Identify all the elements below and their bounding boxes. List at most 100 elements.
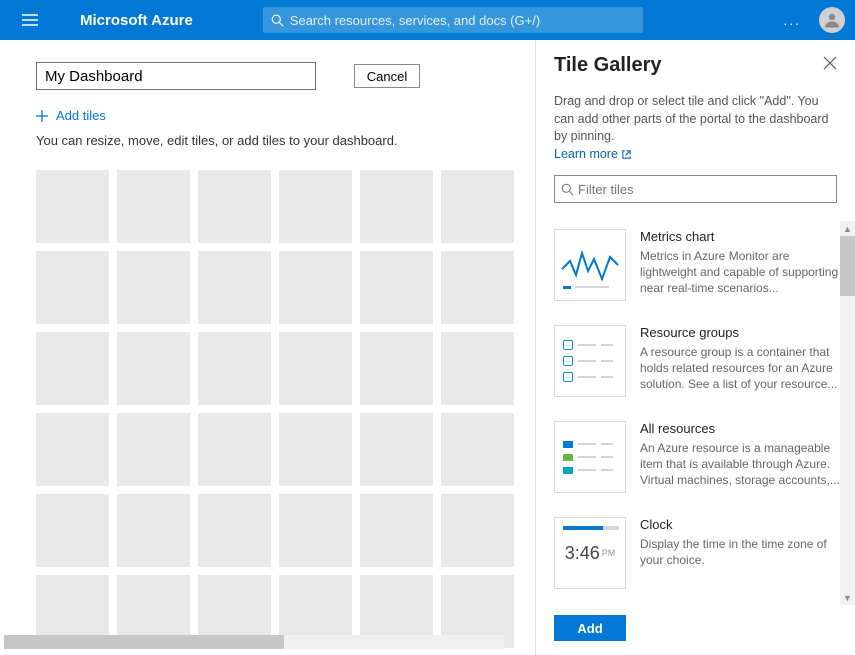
- grid-cell[interactable]: [36, 332, 109, 405]
- tile-item-metrics-chart[interactable]: Metrics chart Metrics in Azure Monitor a…: [554, 221, 851, 317]
- learn-more-link[interactable]: Learn more: [554, 146, 632, 164]
- grid-cell[interactable]: [441, 170, 514, 243]
- clock-icon: [603, 526, 619, 530]
- grid-cell[interactable]: [36, 494, 109, 567]
- scrollbar-track[interactable]: [840, 236, 855, 590]
- clock-icon: [563, 526, 603, 530]
- horizontal-scrollbar-thumb[interactable]: [4, 635, 284, 649]
- grid-cell[interactable]: [360, 170, 433, 243]
- tile-info: Clock Display the time in the time zone …: [640, 517, 851, 589]
- dashboard-name-input[interactable]: [36, 62, 316, 90]
- plus-icon: [36, 110, 48, 122]
- grid-cell[interactable]: [198, 494, 271, 567]
- tile-thumb-resource-groups: [554, 325, 626, 397]
- grid-cell[interactable]: [117, 413, 190, 486]
- menu-toggle[interactable]: [10, 14, 50, 26]
- scroll-up-icon[interactable]: ▲: [840, 221, 855, 236]
- grid-cell[interactable]: [360, 251, 433, 324]
- tile-info: Metrics chart Metrics in Azure Monitor a…: [640, 229, 851, 301]
- learn-more-label: Learn more: [554, 146, 618, 164]
- resource-groups-icon: [563, 340, 613, 350]
- grid-cell[interactable]: [279, 251, 352, 324]
- resource-groups-icon: [563, 356, 613, 366]
- grid-cell[interactable]: [36, 251, 109, 324]
- grid-cell[interactable]: [117, 251, 190, 324]
- grid-cell[interactable]: [360, 494, 433, 567]
- horizontal-scrollbar[interactable]: [4, 635, 504, 649]
- panel-header: Tile Gallery: [536, 40, 855, 83]
- tile-item-all-resources[interactable]: All resources An Azure resource is a man…: [554, 413, 851, 509]
- grid-cell[interactable]: [198, 251, 271, 324]
- grid-cell[interactable]: [279, 332, 352, 405]
- dashboard-editor: Cancel Add tiles You can resize, move, e…: [0, 40, 535, 655]
- search-icon: [271, 14, 284, 27]
- tile-title: Resource groups: [640, 325, 841, 340]
- filter-box[interactable]: [554, 175, 837, 203]
- grid-cell[interactable]: [198, 170, 271, 243]
- tile-info: All resources An Azure resource is a man…: [640, 421, 851, 493]
- tile-list: Metrics chart Metrics in Azure Monitor a…: [536, 221, 855, 605]
- tile-item-clock[interactable]: 3:46PM Clock Display the time in the tim…: [554, 509, 851, 605]
- grid-cell[interactable]: [117, 170, 190, 243]
- panel-description-text: Drag and drop or select tile and click "…: [554, 94, 829, 143]
- grid-cell[interactable]: [441, 494, 514, 567]
- tile-grid[interactable]: [36, 170, 516, 648]
- tile-gallery-panel: Tile Gallery Drag and drop or select til…: [535, 40, 855, 655]
- user-avatar[interactable]: [819, 7, 845, 33]
- grid-cell[interactable]: [360, 332, 433, 405]
- grid-cell[interactable]: [441, 251, 514, 324]
- panel-description: Drag and drop or select tile and click "…: [536, 83, 855, 163]
- tile-item-resource-groups[interactable]: Resource groups A resource group is a co…: [554, 317, 851, 413]
- more-menu[interactable]: ...: [783, 12, 801, 28]
- grid-cell[interactable]: [279, 170, 352, 243]
- grid-cell[interactable]: [36, 413, 109, 486]
- tile-thumb-clock: 3:46PM: [554, 517, 626, 589]
- add-button[interactable]: Add: [554, 615, 626, 641]
- grid-cell[interactable]: [36, 170, 109, 243]
- external-link-icon: [621, 149, 632, 160]
- panel-title: Tile Gallery: [554, 54, 661, 77]
- person-icon: [823, 11, 841, 29]
- global-search[interactable]: [263, 7, 643, 33]
- grid-cell[interactable]: [117, 494, 190, 567]
- tile-info: Resource groups A resource group is a co…: [640, 325, 851, 397]
- tile-thumb-all-resources: [554, 421, 626, 493]
- all-resources-icon: [563, 467, 613, 474]
- tile-desc: Metrics in Azure Monitor are lightweight…: [640, 248, 841, 297]
- tile-title: All resources: [640, 421, 841, 436]
- add-tiles-link[interactable]: Add tiles: [36, 108, 535, 123]
- tile-title: Clock: [640, 517, 841, 532]
- top-bar: Microsoft Azure ...: [0, 0, 855, 40]
- grid-cell[interactable]: [441, 332, 514, 405]
- brand-label: Microsoft Azure: [80, 12, 193, 29]
- grid-cell[interactable]: [198, 332, 271, 405]
- search-input[interactable]: [290, 13, 635, 28]
- filter-input[interactable]: [578, 182, 830, 197]
- grid-cell[interactable]: [117, 332, 190, 405]
- scrollbar-thumb[interactable]: [840, 236, 855, 296]
- close-icon: [823, 56, 837, 70]
- tile-thumb-metrics: [554, 229, 626, 301]
- resource-groups-icon: [563, 372, 613, 382]
- scroll-down-icon[interactable]: ▼: [840, 590, 855, 605]
- vertical-scrollbar[interactable]: ▲ ▼: [840, 221, 855, 605]
- filter-search-icon: [561, 183, 574, 196]
- tile-desc: A resource group is a container that hol…: [640, 344, 841, 393]
- dashboard-header: Cancel: [36, 62, 535, 90]
- grid-cell[interactable]: [360, 413, 433, 486]
- dashboard-hint: You can resize, move, edit tiles, or add…: [36, 133, 535, 148]
- topbar-right: ...: [783, 7, 845, 33]
- hamburger-icon: [22, 14, 38, 26]
- clock-ampm: PM: [602, 548, 616, 558]
- grid-cell[interactable]: [279, 413, 352, 486]
- main-area: Cancel Add tiles You can resize, move, e…: [0, 40, 855, 655]
- close-panel-button[interactable]: [823, 56, 837, 75]
- grid-cell[interactable]: [279, 494, 352, 567]
- panel-footer: Add: [536, 605, 855, 655]
- tile-desc: Display the time in the time zone of you…: [640, 536, 841, 568]
- tile-title: Metrics chart: [640, 229, 841, 244]
- cancel-button[interactable]: Cancel: [354, 64, 420, 88]
- grid-cell[interactable]: [198, 413, 271, 486]
- grid-cell[interactable]: [441, 413, 514, 486]
- all-resources-icon: [563, 454, 613, 461]
